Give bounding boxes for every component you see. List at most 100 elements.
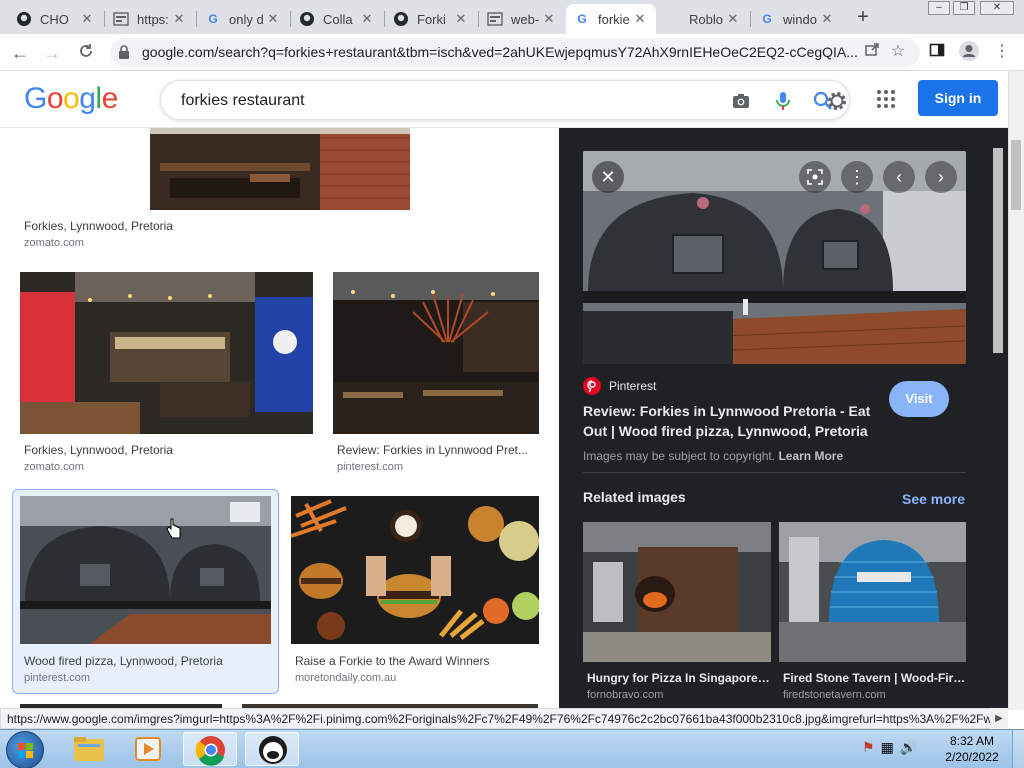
result-image-4[interactable] bbox=[20, 496, 271, 644]
hand-cursor-icon bbox=[166, 518, 181, 539]
microphone-icon[interactable] bbox=[773, 91, 793, 111]
close-icon[interactable]: ✕ bbox=[541, 11, 557, 27]
close-icon[interactable]: ✕ bbox=[359, 11, 375, 27]
link-status-bar: https://www.google.com/imgres?imgurl=htt… bbox=[0, 708, 1008, 729]
close-icon[interactable]: ✕ bbox=[171, 11, 187, 27]
close-preview-button[interactable]: ✕ bbox=[592, 161, 624, 193]
media-player-icon bbox=[135, 737, 161, 761]
result-image-5[interactable] bbox=[291, 496, 539, 644]
tab-title: forkie bbox=[598, 11, 630, 27]
related-image-1[interactable] bbox=[583, 522, 771, 662]
google-icon: G bbox=[208, 12, 218, 26]
result-caption[interactable]: Review: Forkies in Lynnwood Pret... bbox=[337, 443, 532, 457]
tab-title: https: bbox=[137, 11, 169, 27]
sign-in-button[interactable]: Sign in bbox=[918, 80, 998, 116]
network-icon[interactable]: ▦ bbox=[881, 739, 894, 756]
panel-scrollbar-thumb[interactable] bbox=[993, 148, 1003, 353]
share-icon[interactable] bbox=[862, 41, 882, 61]
show-desktop-button[interactable] bbox=[1012, 730, 1024, 768]
tab-6[interactable]: web- ✕ bbox=[479, 4, 565, 34]
scroll-right-arrow[interactable]: ▶ bbox=[990, 708, 1008, 729]
tab-8[interactable]: Roblo ✕ bbox=[657, 4, 749, 34]
media-player-taskbar-button[interactable] bbox=[122, 732, 176, 766]
related-source: firedstonetavern.com bbox=[783, 689, 886, 701]
back-button[interactable]: ← bbox=[8, 41, 32, 65]
related-caption[interactable]: Fired Stone Tavern | Wood-Fire... bbox=[783, 671, 968, 685]
close-icon[interactable]: ✕ bbox=[265, 11, 281, 27]
close-icon[interactable]: ✕ bbox=[453, 11, 469, 27]
tab-title: CHO bbox=[40, 11, 69, 27]
result-image-1[interactable] bbox=[20, 128, 540, 210]
related-image-2[interactable] bbox=[779, 522, 966, 662]
result-caption[interactable]: Forkies, Lynnwood, Pretoria bbox=[24, 219, 524, 233]
google-header: Google forkies restaurant Sign in bbox=[0, 71, 1008, 128]
taskbar-clock[interactable]: 8:32 AM 2/20/2022 bbox=[942, 733, 1002, 765]
reload-button[interactable] bbox=[74, 41, 98, 65]
lens-search-button[interactable] bbox=[799, 161, 831, 193]
more-options-button[interactable]: ⋮ bbox=[841, 161, 873, 193]
address-bar[interactable]: google.com/search?q=forkies+restaurant&t… bbox=[110, 38, 920, 67]
copyright-notice: Images may be subject to copyright. Lear… bbox=[583, 449, 843, 463]
side-panel-icon[interactable] bbox=[927, 42, 947, 62]
windows-logo-icon bbox=[18, 743, 33, 758]
github-icon bbox=[16, 11, 32, 27]
app-taskbar-button[interactable] bbox=[245, 732, 299, 766]
google-logo[interactable]: Google bbox=[24, 82, 118, 116]
reload-icon bbox=[80, 44, 92, 57]
search-input[interactable]: forkies restaurant bbox=[181, 92, 305, 110]
kebab-menu-icon[interactable]: ⋮ bbox=[992, 42, 1012, 62]
tab-4[interactable]: Colla ✕ bbox=[291, 4, 383, 34]
volume-icon[interactable]: 🔊 bbox=[900, 739, 917, 756]
result-source: zomato.com bbox=[24, 461, 84, 473]
close-icon[interactable]: ✕ bbox=[725, 11, 741, 27]
new-tab-button[interactable]: + bbox=[852, 6, 874, 28]
image-results-grid: Forkies, Lynnwood, Pretoria zomato.com F… bbox=[0, 128, 559, 710]
search-box[interactable]: forkies restaurant bbox=[160, 80, 850, 120]
tab-3[interactable]: G only d ✕ bbox=[197, 4, 289, 34]
tab-5[interactable]: Forki ✕ bbox=[385, 4, 477, 34]
tab-2[interactable]: https: ✕ bbox=[105, 4, 195, 34]
page-scrollbar-thumb[interactable] bbox=[1011, 140, 1021, 210]
result-image-2[interactable] bbox=[20, 272, 313, 434]
source-site-row[interactable]: Pinterest bbox=[583, 377, 656, 395]
restore-button[interactable]: ❐ bbox=[953, 1, 975, 15]
tab-active[interactable]: G forkie ✕ bbox=[566, 4, 656, 34]
result-caption[interactable]: Wood fired pizza, Lynnwood, Pretoria bbox=[24, 654, 274, 668]
previous-image-button[interactable]: ‹ bbox=[883, 161, 915, 193]
file-explorer-taskbar-button[interactable] bbox=[62, 732, 116, 766]
close-window-button[interactable]: ✕ bbox=[980, 1, 1014, 15]
result-caption[interactable]: Forkies, Lynnwood, Pretoria bbox=[24, 443, 304, 457]
close-icon[interactable]: ✕ bbox=[819, 11, 835, 27]
preview-title[interactable]: Review: Forkies in Lynnwood Pretoria - E… bbox=[583, 401, 883, 441]
tab-title: only d bbox=[229, 11, 264, 27]
minimize-button[interactable]: ‒ bbox=[928, 1, 950, 15]
clock-time: 8:32 AM bbox=[949, 734, 995, 748]
system-tray: ⚑ ▦ 🔊 bbox=[862, 739, 917, 756]
tab-1[interactable]: CHO ✕ bbox=[8, 4, 103, 34]
learn-more-link[interactable]: Learn More bbox=[778, 449, 843, 463]
camera-icon[interactable] bbox=[731, 91, 751, 111]
see-more-link[interactable]: See more bbox=[902, 491, 965, 507]
start-button[interactable] bbox=[6, 731, 44, 768]
source-site-name: Pinterest bbox=[609, 379, 657, 393]
windows-taskbar: ⚑ ▦ 🔊 8:32 AM 2/20/2022 bbox=[0, 729, 1024, 768]
result-caption[interactable]: Raise a Forkie to the Award Winners bbox=[295, 654, 535, 668]
apps-grid-icon[interactable] bbox=[876, 89, 896, 109]
bookmark-star-icon[interactable]: ☆ bbox=[888, 42, 908, 62]
tab-title: windo bbox=[783, 11, 817, 27]
close-icon[interactable]: ✕ bbox=[632, 11, 648, 27]
tab-9[interactable]: G windo ✕ bbox=[751, 4, 843, 34]
related-caption[interactable]: Hungry for Pizza In Singapore | ... bbox=[587, 671, 772, 685]
tab-title: Roblo bbox=[689, 11, 723, 27]
result-image-3[interactable] bbox=[333, 272, 539, 434]
chrome-taskbar-button[interactable] bbox=[183, 732, 237, 766]
close-icon[interactable]: ✕ bbox=[79, 11, 95, 27]
forward-button[interactable]: → bbox=[40, 41, 64, 65]
next-image-button[interactable]: › bbox=[925, 161, 957, 193]
browser-toolbar: ← → google.com/search?q=forkies+restaura… bbox=[0, 34, 1024, 71]
visit-button[interactable]: Visit bbox=[889, 381, 949, 417]
profile-avatar-icon[interactable] bbox=[958, 40, 979, 61]
action-center-icon[interactable]: ⚑ bbox=[862, 739, 875, 756]
settings-gear-icon[interactable] bbox=[825, 89, 849, 113]
google-icon: G bbox=[577, 12, 587, 26]
